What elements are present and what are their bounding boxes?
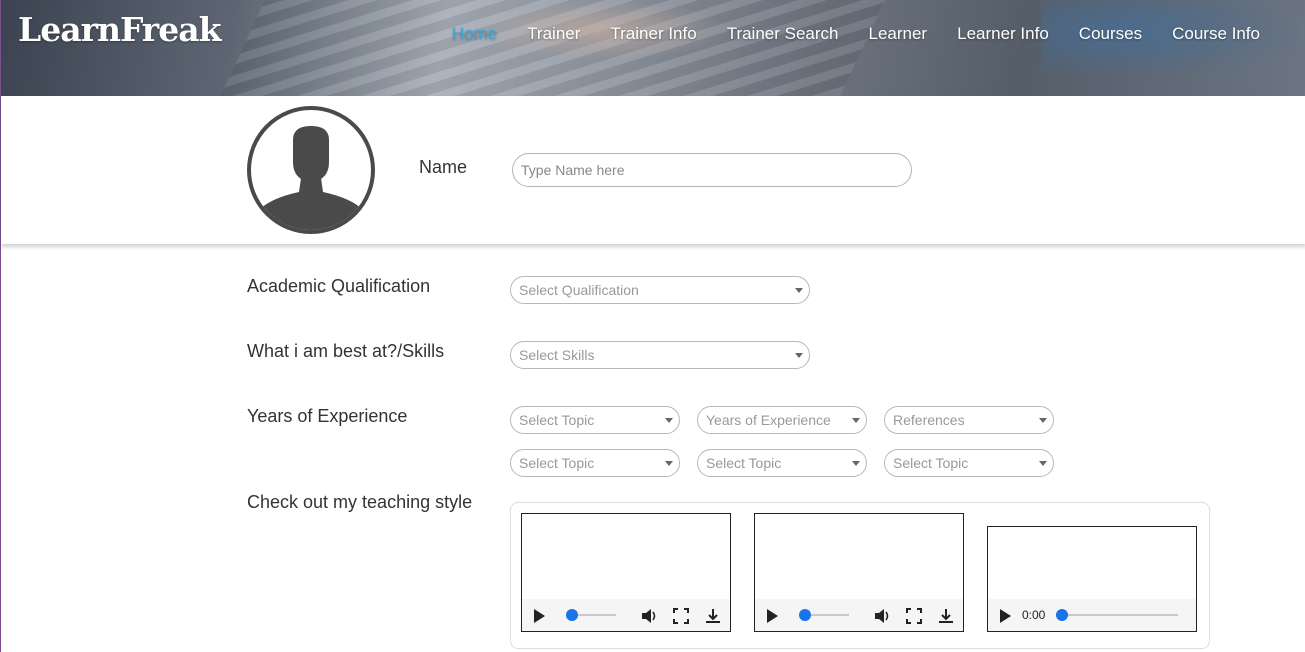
- video-controls: [755, 599, 963, 631]
- nav-learner-info[interactable]: Learner Info: [957, 24, 1049, 44]
- fullscreen-icon[interactable]: [905, 607, 923, 625]
- chevron-down-icon: [852, 418, 860, 423]
- topic-select-2[interactable]: Select Topic: [510, 449, 680, 477]
- header-banner: LearnFreak Home Trainer Trainer Info Tra…: [1, 0, 1305, 96]
- nav-trainer-search[interactable]: Trainer Search: [727, 24, 839, 44]
- chevron-down-icon: [795, 353, 803, 358]
- topic-select-1[interactable]: Select Topic: [510, 406, 680, 434]
- seek-handle[interactable]: [566, 609, 578, 621]
- play-icon[interactable]: [767, 609, 778, 623]
- topic-select-4-value: Select Topic: [893, 455, 969, 471]
- nav-trainer[interactable]: Trainer: [527, 24, 580, 44]
- chevron-down-icon: [795, 288, 803, 293]
- name-label: Name: [419, 157, 468, 177]
- volume-icon[interactable]: [640, 607, 658, 625]
- nav-course-info[interactable]: Course Info: [1172, 24, 1260, 44]
- chevron-down-icon: [852, 461, 860, 466]
- skills-select[interactable]: Select Skills: [510, 341, 810, 369]
- name-input[interactable]: [512, 153, 912, 187]
- audio-controls: 0:00: [988, 599, 1196, 631]
- video-controls: [522, 599, 730, 631]
- download-icon[interactable]: [704, 607, 722, 625]
- chevron-down-icon: [1039, 461, 1047, 466]
- main-nav: Home Trainer Trainer Info Trainer Search…: [452, 24, 1260, 44]
- skills-label: What i am best at?/Skills: [247, 341, 445, 361]
- nav-trainer-info[interactable]: Trainer Info: [610, 24, 696, 44]
- seek-handle[interactable]: [1056, 609, 1068, 621]
- teaching-style-label: Check out my teaching style: [247, 492, 473, 512]
- seek-track[interactable]: [1062, 614, 1178, 616]
- chevron-down-icon: [665, 418, 673, 423]
- experience-label: Years of Experience: [247, 406, 408, 426]
- seek-handle[interactable]: [799, 609, 811, 621]
- chevron-down-icon: [1039, 418, 1047, 423]
- download-icon[interactable]: [937, 607, 955, 625]
- chevron-down-icon: [665, 461, 673, 466]
- audio-player[interactable]: 0:00: [987, 526, 1197, 632]
- profile-section: Name: [1, 96, 1305, 244]
- site-logo[interactable]: LearnFreak: [18, 10, 221, 49]
- play-icon[interactable]: [1000, 609, 1011, 623]
- fullscreen-icon[interactable]: [672, 607, 690, 625]
- skills-select-value: Select Skills: [519, 347, 595, 363]
- topic-select-3[interactable]: Select Topic: [697, 449, 867, 477]
- video-player-2[interactable]: [754, 513, 964, 632]
- qualification-select[interactable]: Select Qualification: [510, 276, 810, 304]
- qualification-select-value: Select Qualification: [519, 282, 639, 298]
- nav-learner[interactable]: Learner: [869, 24, 928, 44]
- avatar[interactable]: [247, 106, 375, 234]
- nav-home[interactable]: Home: [452, 24, 497, 44]
- topic-select-1-value: Select Topic: [519, 412, 595, 428]
- years-experience-select-value: Years of Experience: [706, 412, 831, 428]
- video-player-1[interactable]: [521, 513, 731, 632]
- years-experience-select[interactable]: Years of Experience: [697, 406, 867, 434]
- nav-courses[interactable]: Courses: [1079, 24, 1142, 44]
- user-silhouette-icon: [259, 126, 363, 230]
- references-select-value: References: [893, 412, 965, 428]
- references-select[interactable]: References: [884, 406, 1054, 434]
- topic-select-2-value: Select Topic: [519, 455, 595, 471]
- qualification-label: Academic Qualification: [247, 276, 431, 296]
- play-icon[interactable]: [534, 609, 545, 623]
- topic-select-4[interactable]: Select Topic: [884, 449, 1054, 477]
- volume-icon[interactable]: [873, 607, 891, 625]
- topic-select-3-value: Select Topic: [706, 455, 782, 471]
- audio-time: 0:00: [1022, 608, 1046, 622]
